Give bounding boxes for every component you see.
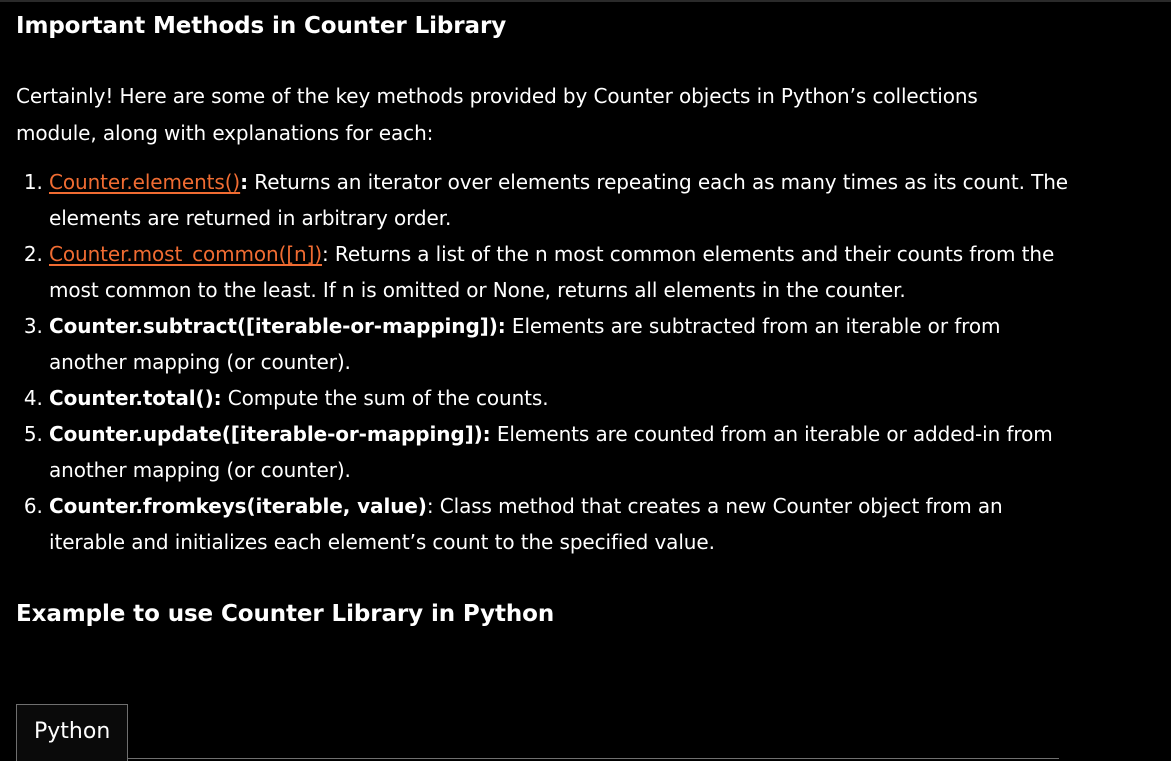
method-separator: : xyxy=(497,314,506,338)
article-content: Important Methods in Counter Library Cer… xyxy=(16,10,1156,630)
example-heading: Example to use Counter Library in Python xyxy=(16,601,555,627)
method-separator: : xyxy=(426,494,434,518)
methods-heading: Important Methods in Counter Library xyxy=(16,13,507,39)
method-separator: : xyxy=(482,422,491,446)
method-separator: : xyxy=(322,242,329,266)
method-separator: : xyxy=(240,170,249,194)
method-item-update: Counter.update([iterable-or-mapping]): E… xyxy=(49,416,1074,488)
methods-list: Counter.elements(): Returns an iterator … xyxy=(16,164,1074,560)
tab-bar-divider xyxy=(128,758,1059,759)
tab-python[interactable]: Python xyxy=(16,704,128,761)
counter-elements-link[interactable]: Counter.elements() xyxy=(49,170,240,194)
counter-most-common-link[interactable]: Counter.most_common([n]) xyxy=(49,242,322,266)
method-item-elements: Counter.elements(): Returns an iterator … xyxy=(49,164,1074,236)
method-description: Compute the sum of the counts. xyxy=(221,386,549,410)
method-name: Counter.total(): xyxy=(49,386,222,410)
method-item-fromkeys: Counter.fromkeys(iterable, value): Class… xyxy=(49,488,1074,560)
method-name: Counter.update([iterable-or-mapping]) xyxy=(49,422,483,446)
method-name: Counter.fromkeys(iterable, value) xyxy=(49,494,427,518)
method-item-most-common: Counter.most_common([n]): Returns a list… xyxy=(49,236,1074,308)
code-tab-bar: Python xyxy=(16,704,1059,761)
intro-paragraph: Certainly! Here are some of the key meth… xyxy=(16,84,978,145)
method-name: Counter.subtract([iterable-or-mapping]) xyxy=(49,314,498,338)
method-item-total: Counter.total(): Compute the sum of the … xyxy=(49,380,1074,416)
top-divider xyxy=(0,0,1171,2)
method-item-subtract: Counter.subtract([iterable-or-mapping]):… xyxy=(49,308,1074,380)
